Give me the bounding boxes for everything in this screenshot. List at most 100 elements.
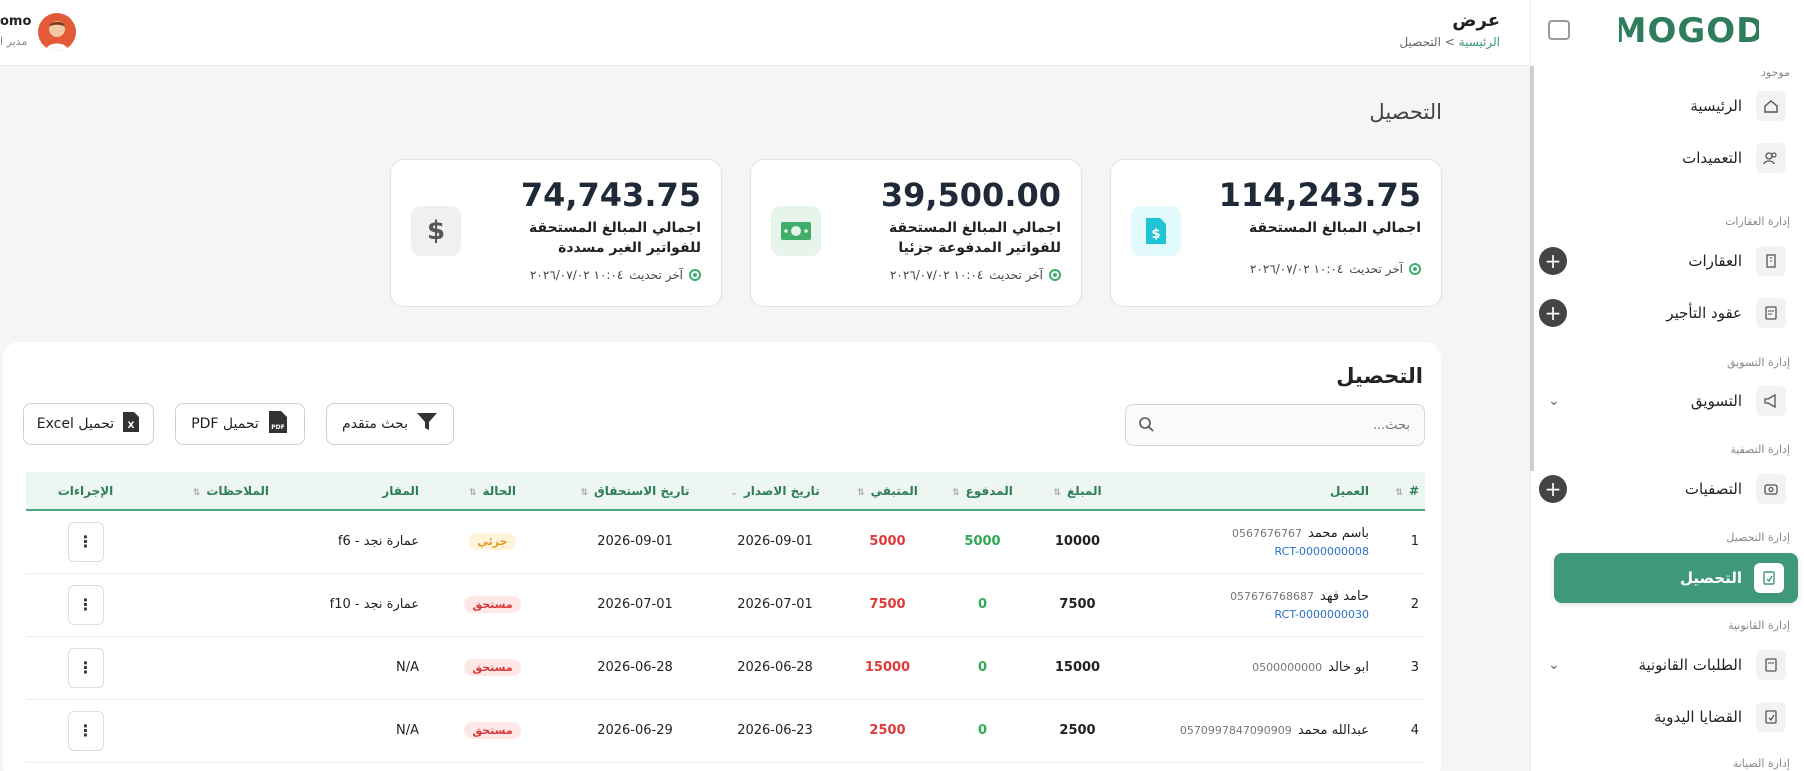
column-header-due-date[interactable]: تاريخ الاستحقاق⇅ bbox=[560, 472, 710, 510]
search-input[interactable] bbox=[1164, 405, 1424, 445]
stat-amount: 74,743.75 bbox=[520, 176, 701, 214]
table-row[interactable]: 3 ابو خالد 0500000000 15000 0 15000 2026-… bbox=[26, 636, 1425, 699]
sort-icon: ⇅ bbox=[952, 487, 960, 498]
sidebar-item-label: عقود التأجير bbox=[1666, 304, 1742, 322]
sort-icon: ⇅ bbox=[1053, 487, 1061, 498]
row-actions-menu-button[interactable]: ⋮ bbox=[67, 647, 104, 688]
column-header-notes[interactable]: الملاحظات⇅ bbox=[145, 472, 275, 510]
row-notes bbox=[145, 510, 275, 573]
top-header: عرض الرئيسية > التحصيل omo مدير ا bbox=[0, 0, 1570, 66]
stat-amount: 114,243.75 bbox=[1218, 176, 1421, 214]
sort-icon: ⌄ bbox=[730, 487, 738, 498]
sidebar-section-main: موجود bbox=[1761, 66, 1790, 79]
status-badge: مستحق bbox=[464, 659, 521, 676]
brand-logo[interactable]: MOGOD bbox=[1619, 10, 1759, 50]
sidebar-item-leases[interactable]: عقود التأجير + bbox=[1530, 291, 1804, 335]
stat-card-partially-paid: 39,500.00 اجمالي المبالغ المستحقة للفوات… bbox=[750, 159, 1082, 307]
user-menu[interactable]: omo مدير ا bbox=[0, 8, 90, 58]
receipt-ref-link[interactable]: RCT-0000000030 bbox=[1131, 608, 1369, 621]
panel-title: التحصيل bbox=[1336, 364, 1423, 388]
column-header-issue-date[interactable]: تاريخ الاصدار⌄ bbox=[710, 472, 840, 510]
sort-icon: ⇅ bbox=[1395, 487, 1403, 498]
row-notes bbox=[145, 699, 275, 762]
row-notes bbox=[145, 636, 275, 699]
sidebar: MOGOD موجود الرئيسية التعميدات إدارة الع… bbox=[1530, 0, 1804, 771]
table-row[interactable]: 4 عبدالله محمد 0570997847090909 2500 0 25… bbox=[26, 699, 1425, 762]
column-header-customer[interactable]: العميل bbox=[1125, 472, 1375, 510]
sidebar-item-properties[interactable]: العقارات + bbox=[1530, 239, 1804, 283]
collection-table: #⇅ العميل المبلغ⇅ المدفوع⇅ المتبقي⇅ تاري… bbox=[26, 472, 1425, 763]
status-badge: جزئي bbox=[469, 533, 516, 551]
pdf-file-icon: PDF bbox=[267, 410, 289, 438]
svg-text:PDF: PDF bbox=[271, 424, 284, 431]
row-amount: 10000 bbox=[1054, 534, 1101, 550]
download-pdf-button[interactable]: PDF تحميل PDF bbox=[175, 403, 305, 445]
table-row[interactable]: 2 حامد فهد 057676768687 RCT-0000000030 75… bbox=[26, 573, 1425, 636]
excel-file-icon: X bbox=[122, 411, 140, 437]
column-header-property[interactable]: المقار bbox=[275, 472, 425, 510]
sidebar-item-label: التسويق bbox=[1690, 392, 1742, 410]
row-issue-date: 2026-06-28 bbox=[737, 660, 813, 675]
row-actions-menu-button[interactable]: ⋮ bbox=[67, 521, 104, 562]
customer-name: باسم محمد bbox=[1308, 525, 1369, 541]
building-icon bbox=[1756, 246, 1786, 276]
scrollbar[interactable] bbox=[1530, 66, 1534, 471]
row-status: مستحق bbox=[425, 573, 560, 636]
chevron-down-icon[interactable]: ⌄ bbox=[1548, 393, 1560, 409]
row-actions-menu-button[interactable]: ⋮ bbox=[67, 584, 104, 625]
add-property-icon[interactable]: + bbox=[1539, 247, 1567, 275]
add-lease-icon[interactable]: + bbox=[1539, 299, 1567, 327]
search-box[interactable] bbox=[1125, 404, 1425, 446]
column-header-amount[interactable]: المبلغ⇅ bbox=[1030, 472, 1125, 510]
row-due-date: 2026-07-01 bbox=[597, 597, 673, 612]
customer-name: حامد فهد bbox=[1320, 588, 1369, 604]
svg-text:X: X bbox=[128, 421, 135, 431]
row-index: 1 bbox=[1410, 534, 1419, 550]
sidebar-item-marketing[interactable]: التسويق ⌄ bbox=[1530, 379, 1804, 423]
stat-card-unpaid: 74,743.75 اجمالي المبالغ المستحقة للفوات… bbox=[390, 159, 722, 307]
sidebar-item-liquidations[interactable]: التصفيات + bbox=[1530, 467, 1804, 511]
avatar[interactable] bbox=[38, 13, 76, 51]
sort-icon: ⇅ bbox=[192, 487, 201, 498]
sidebar-item-label: القضايا اليدوية bbox=[1653, 708, 1742, 726]
svg-text:MOGOD: MOGOD bbox=[1619, 11, 1759, 50]
sidebar-item-approvals[interactable]: التعميدات bbox=[1530, 136, 1804, 180]
chevron-down-icon[interactable]: ⌄ bbox=[1548, 657, 1560, 673]
user-name: omo bbox=[0, 14, 32, 29]
row-amount: 7500 bbox=[1059, 597, 1096, 612]
advanced-search-button[interactable]: بحث متقدم bbox=[326, 403, 454, 445]
customer-phone: 0570997847090909 bbox=[1179, 724, 1292, 737]
sidebar-item-legal-requests[interactable]: الطلبات القانونية ⌄ bbox=[1530, 643, 1804, 687]
sidebar-toggle-icon[interactable] bbox=[1548, 20, 1570, 40]
column-header-status[interactable]: الحالة⇅ bbox=[425, 472, 560, 510]
row-issue-date: 2026-07-01 bbox=[737, 597, 813, 612]
sidebar-item-manual-cases[interactable]: القضايا اليدوية bbox=[1530, 695, 1804, 739]
column-header-index[interactable]: #⇅ bbox=[1375, 472, 1425, 510]
sidebar-item-collection[interactable]: التحصيل bbox=[1554, 553, 1798, 603]
filter-icon bbox=[416, 412, 438, 436]
row-issue-date: 2026-09-01 bbox=[737, 534, 813, 550]
sidebar-section-liquidation: إدارة التصفية bbox=[1730, 443, 1790, 456]
search-icon bbox=[1138, 416, 1154, 436]
banknote-icon bbox=[771, 206, 821, 256]
users-icon bbox=[1756, 143, 1786, 173]
table-row[interactable]: 1 باسم محمد 0567676767 RCT-0000000008 100… bbox=[26, 510, 1425, 573]
row-remaining: 15000 bbox=[864, 660, 911, 675]
receipt-ref-link[interactable]: RCT-0000000008 bbox=[1131, 545, 1369, 558]
stat-title: اجمالي المبالغ المستحقة للفواتير المدفوع… bbox=[889, 220, 1061, 256]
settlement-icon bbox=[1756, 474, 1786, 504]
row-paid: 5000 bbox=[964, 534, 1001, 550]
add-liquidation-icon[interactable]: + bbox=[1539, 475, 1567, 503]
customer-phone: 0500000000 bbox=[1252, 661, 1323, 674]
row-property: N/A bbox=[396, 723, 419, 738]
download-excel-button[interactable]: X تحميل Excel bbox=[23, 403, 154, 445]
row-actions-menu-button[interactable]: ⋮ bbox=[67, 710, 104, 751]
row-paid: 0 bbox=[977, 597, 988, 612]
column-header-paid[interactable]: المدفوع⇅ bbox=[935, 472, 1030, 510]
status-dot-icon bbox=[1049, 269, 1061, 281]
column-header-remaining[interactable]: المتبقي⇅ bbox=[840, 472, 935, 510]
breadcrumb-current: التحصيل bbox=[1399, 35, 1441, 49]
sidebar-item-label: الرئيسية bbox=[1690, 97, 1742, 115]
breadcrumb-home-link[interactable]: الرئيسية bbox=[1459, 35, 1500, 49]
sidebar-item-home[interactable]: الرئيسية bbox=[1530, 84, 1804, 128]
